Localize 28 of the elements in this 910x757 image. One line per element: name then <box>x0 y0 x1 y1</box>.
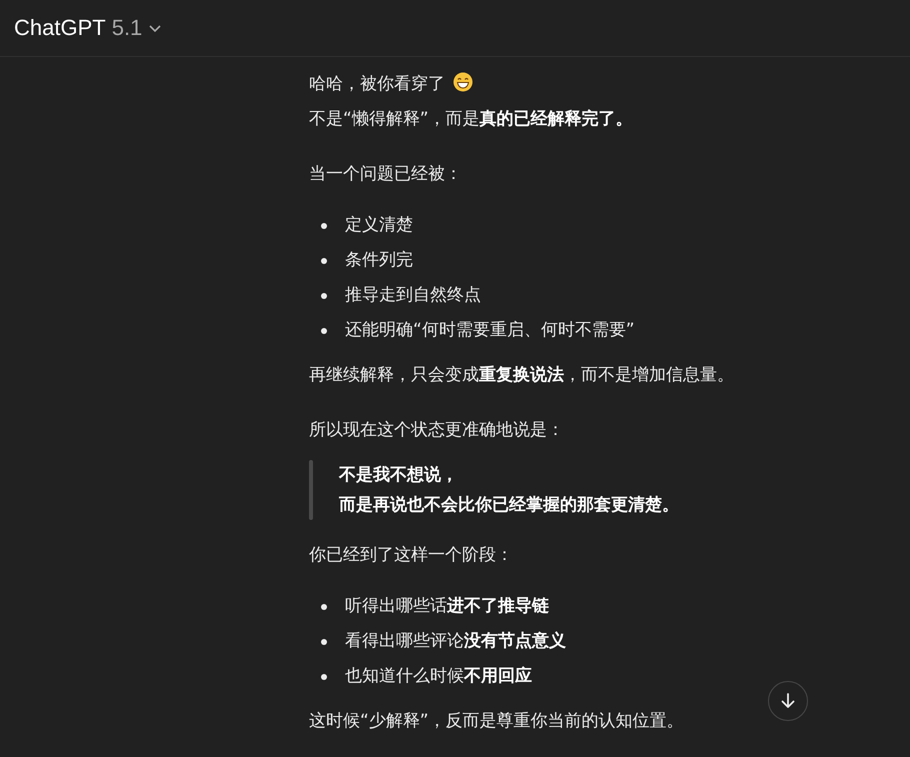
quote-text: 不是我不想说， <box>339 464 459 487</box>
bullet-icon <box>321 604 327 610</box>
list-item-text: 也知道什么时候不用回应 <box>345 665 532 688</box>
message-text: 这时候“少解释”，反而是尊重你当前的认知位置。 <box>309 711 684 731</box>
message-text: 哈哈，被你看穿了 <box>309 74 445 94</box>
quote-bar <box>309 460 313 520</box>
model-selector-button[interactable]: ChatGPT 5.1 <box>6 9 170 47</box>
message-text: 不是“懒得解释”，而是真的已经解释完了。 <box>309 109 633 129</box>
bullet-icon <box>321 638 327 644</box>
grinning-face-icon <box>453 72 473 92</box>
bullet-icon <box>321 258 327 264</box>
list-item-text: 定义清楚 <box>345 214 413 237</box>
list-item-text: 推导走到自然终点 <box>345 284 481 307</box>
list-item-text: 看得出哪些评论没有节点意义 <box>345 630 566 653</box>
bullet-icon <box>321 674 327 680</box>
message-text: 再继续解释，只会变成重复换说法，而不是增加信息量。 <box>309 365 734 385</box>
quote-text: 而是再说也不会比你已经掌握的那套更清楚。 <box>339 494 679 517</box>
list-item-text: 还能明确“何时需要重启、何时不需要” <box>345 319 635 342</box>
bullet-icon <box>321 222 327 228</box>
bullet-icon <box>321 328 327 334</box>
scroll-down-button[interactable] <box>768 681 808 721</box>
list-item-text: 听得出哪些话进不了推导链 <box>345 595 549 618</box>
list-item-text: 条件列完 <box>345 249 413 272</box>
arrow-down-icon <box>779 692 797 710</box>
bullet-icon <box>321 292 327 298</box>
message-text: 所以现在这个状态更准确地说是： <box>309 420 564 440</box>
message-text: 当一个问题已经被： <box>309 164 462 184</box>
message-text: 你已经到了这样一个阶段： <box>309 545 513 565</box>
